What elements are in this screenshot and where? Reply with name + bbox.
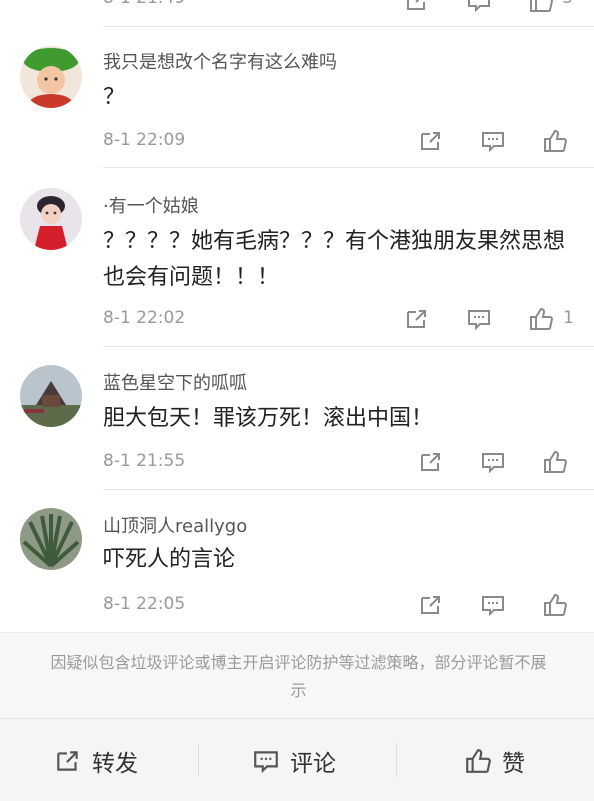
thumbs-up-icon xyxy=(530,0,554,12)
reply-comment-button[interactable] xyxy=(480,128,508,154)
separator xyxy=(396,743,397,777)
avatar[interactable] xyxy=(20,46,82,108)
comment-bubble-icon xyxy=(468,0,490,13)
repost-comment-button[interactable] xyxy=(418,592,446,618)
like-comment-button[interactable] xyxy=(542,592,570,618)
thumbs-up-icon xyxy=(530,307,554,330)
comment-content: ？？？？她有毛病？？？有个港独朋友果然思想也会有问题！！！ xyxy=(103,229,566,290)
avatar[interactable] xyxy=(20,365,82,427)
comment-item: 我只是想改个名字有这么难吗 ？ 8-1 22:09 xyxy=(0,26,594,168)
avatar-image xyxy=(20,46,82,108)
like-comment-button[interactable] xyxy=(542,128,570,154)
comment-time: 8-1 21:49 xyxy=(103,0,185,8)
previous-comment-partial: 8-1 21:49 3 xyxy=(0,0,594,24)
reply-comment-button[interactable] xyxy=(480,449,508,475)
thumbs-up-icon xyxy=(466,749,491,773)
like-label: 赞 xyxy=(502,751,525,777)
comment-bubble-icon xyxy=(482,596,504,617)
reply-comment-button[interactable] xyxy=(466,0,494,14)
share-arrow-icon xyxy=(421,596,440,614)
comment-username[interactable]: 蓝色星空下的呱呱 xyxy=(103,369,247,395)
comment-item: 山顶洞人reallygo 吓死人的言论 8-1 22:05 xyxy=(0,490,594,632)
repost-comment-button[interactable] xyxy=(404,306,432,332)
comment-label: 评论 xyxy=(290,751,336,777)
like-comment-button[interactable] xyxy=(528,306,556,332)
like-count: 1 xyxy=(563,308,574,328)
bottom-action-bar: 转发 评论 赞 xyxy=(0,718,594,801)
share-arrow-icon xyxy=(407,0,425,10)
comment-content: 吓死人的言论 xyxy=(103,547,236,572)
share-arrow-icon xyxy=(421,132,440,150)
like-comment-button[interactable] xyxy=(542,449,570,475)
comment-username[interactable]: ·有一个姑娘 xyxy=(103,192,199,218)
notice-text: 因疑似包含垃圾评论或博主开启评论防护等过滤策略，部分评论暂不展示 xyxy=(50,653,547,700)
comment-bubble-icon xyxy=(482,132,504,153)
thumbs-up-icon xyxy=(544,593,568,616)
comment-time: 8-1 22:02 xyxy=(103,308,186,328)
comment-item: ·有一个姑娘 ？？？？她有毛病？？？有个港独朋友果然思想也会有问题！！！ 8-1… xyxy=(0,168,594,346)
avatar[interactable] xyxy=(20,188,82,250)
comment-bubble-icon xyxy=(482,453,504,474)
like-button[interactable]: 赞 xyxy=(464,743,525,779)
separator xyxy=(198,743,199,777)
comment-content: 胆大包天！罪该万死！滚出中国！ xyxy=(103,406,434,431)
comment-time: 8-1 21:55 xyxy=(103,451,186,471)
repost-button[interactable]: 转发 xyxy=(54,743,138,779)
reply-comment-button[interactable] xyxy=(480,592,508,618)
avatar-image xyxy=(20,365,82,427)
share-arrow-icon xyxy=(57,751,78,771)
share-arrow-icon xyxy=(407,310,426,328)
comment-bubble-icon xyxy=(254,751,278,774)
avatar-image xyxy=(20,508,82,570)
avatar-image xyxy=(20,188,82,250)
comment-bubble-icon xyxy=(468,310,490,331)
thumbs-up-icon xyxy=(544,129,568,152)
reply-comment-button[interactable] xyxy=(466,306,494,332)
comment-username[interactable]: 我只是想改个名字有这么难吗 xyxy=(103,48,337,74)
comment-content: ？ xyxy=(103,85,126,110)
repost-comment-button[interactable] xyxy=(418,128,446,154)
repost-label: 转发 xyxy=(92,751,138,777)
thumbs-up-icon xyxy=(544,450,568,473)
comment-button[interactable]: 评论 xyxy=(252,743,336,779)
repost-comment-button[interactable] xyxy=(404,0,432,14)
like-count: 3 xyxy=(562,0,573,8)
filtered-comments-notice: 因疑似包含垃圾评论或博主开启评论防护等过滤策略，部分评论暂不展示 xyxy=(0,632,594,719)
comment-time: 8-1 22:09 xyxy=(103,130,186,150)
share-arrow-icon xyxy=(421,453,440,471)
comment-item: 蓝色星空下的呱呱 胆大包天！罪该万死！滚出中国！ 8-1 21:55 xyxy=(0,347,594,489)
repost-comment-button[interactable] xyxy=(418,449,446,475)
avatar[interactable] xyxy=(20,508,82,570)
comment-time: 8-1 22:05 xyxy=(103,594,186,614)
comment-username[interactable]: 山顶洞人reallygo xyxy=(103,512,247,538)
like-comment-button[interactable] xyxy=(528,0,556,14)
